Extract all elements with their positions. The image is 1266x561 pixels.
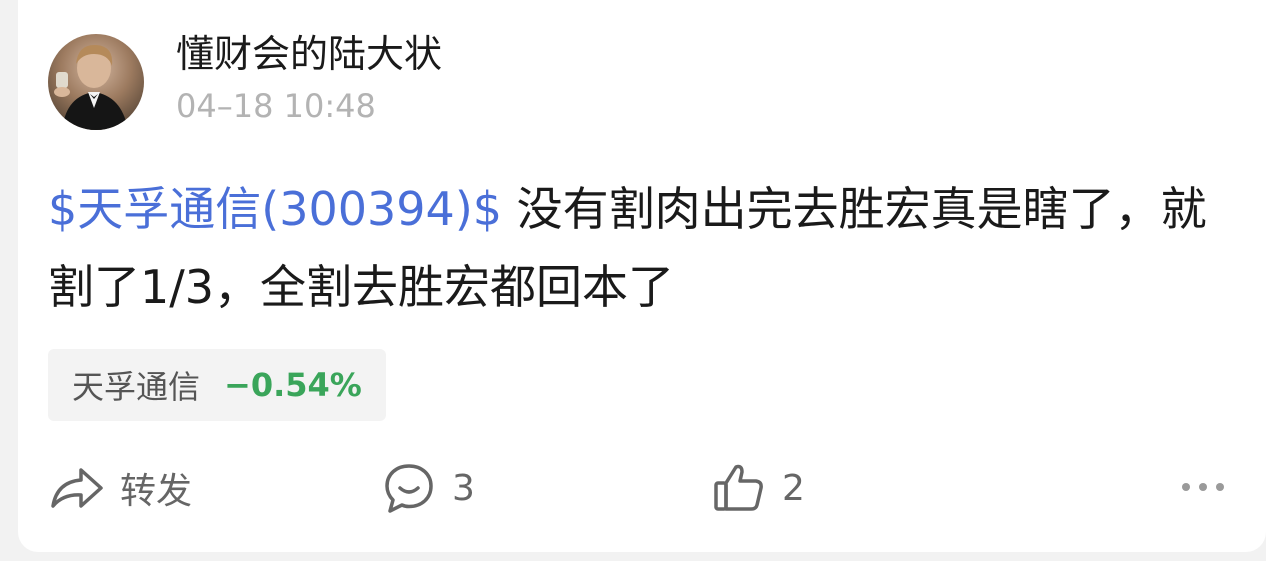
like-button[interactable]: 2 bbox=[710, 458, 805, 518]
stock-chip-name: 天孚通信 bbox=[72, 368, 201, 406]
post-card[interactable]: 懂财会的陆大状 04–18 10:48 $天孚通信(300394)$ 没有割肉出… bbox=[18, 0, 1266, 552]
post-body: $天孚通信(300394)$ 没有割肉出完去胜宏真是瞎了，就割了1/3，全割去胜… bbox=[48, 170, 1238, 326]
stock-chip-change: −0.54% bbox=[224, 366, 362, 404]
stock-tag-link[interactable]: $天孚通信(300394)$ bbox=[48, 182, 502, 236]
author-name[interactable]: 懂财会的陆大状 bbox=[176, 28, 442, 80]
share-label: 转发 bbox=[120, 471, 193, 512]
post-timestamp: 04–18 10:48 bbox=[176, 87, 376, 125]
like-count: 2 bbox=[782, 467, 805, 509]
stock-quote-chip[interactable]: 天孚通信 −0.54% bbox=[48, 349, 386, 421]
avatar-image bbox=[54, 44, 128, 130]
more-button[interactable] bbox=[1178, 462, 1228, 512]
comment-button[interactable]: 3 bbox=[380, 458, 475, 518]
avatar[interactable] bbox=[48, 34, 144, 130]
thumbs-up-icon bbox=[710, 459, 768, 517]
share-button[interactable]: 转发 bbox=[48, 458, 192, 518]
comment-count: 3 bbox=[452, 467, 475, 509]
speech-bubble-icon bbox=[380, 459, 438, 517]
share-arrow-icon bbox=[48, 459, 106, 517]
more-dots-icon bbox=[1180, 478, 1226, 497]
